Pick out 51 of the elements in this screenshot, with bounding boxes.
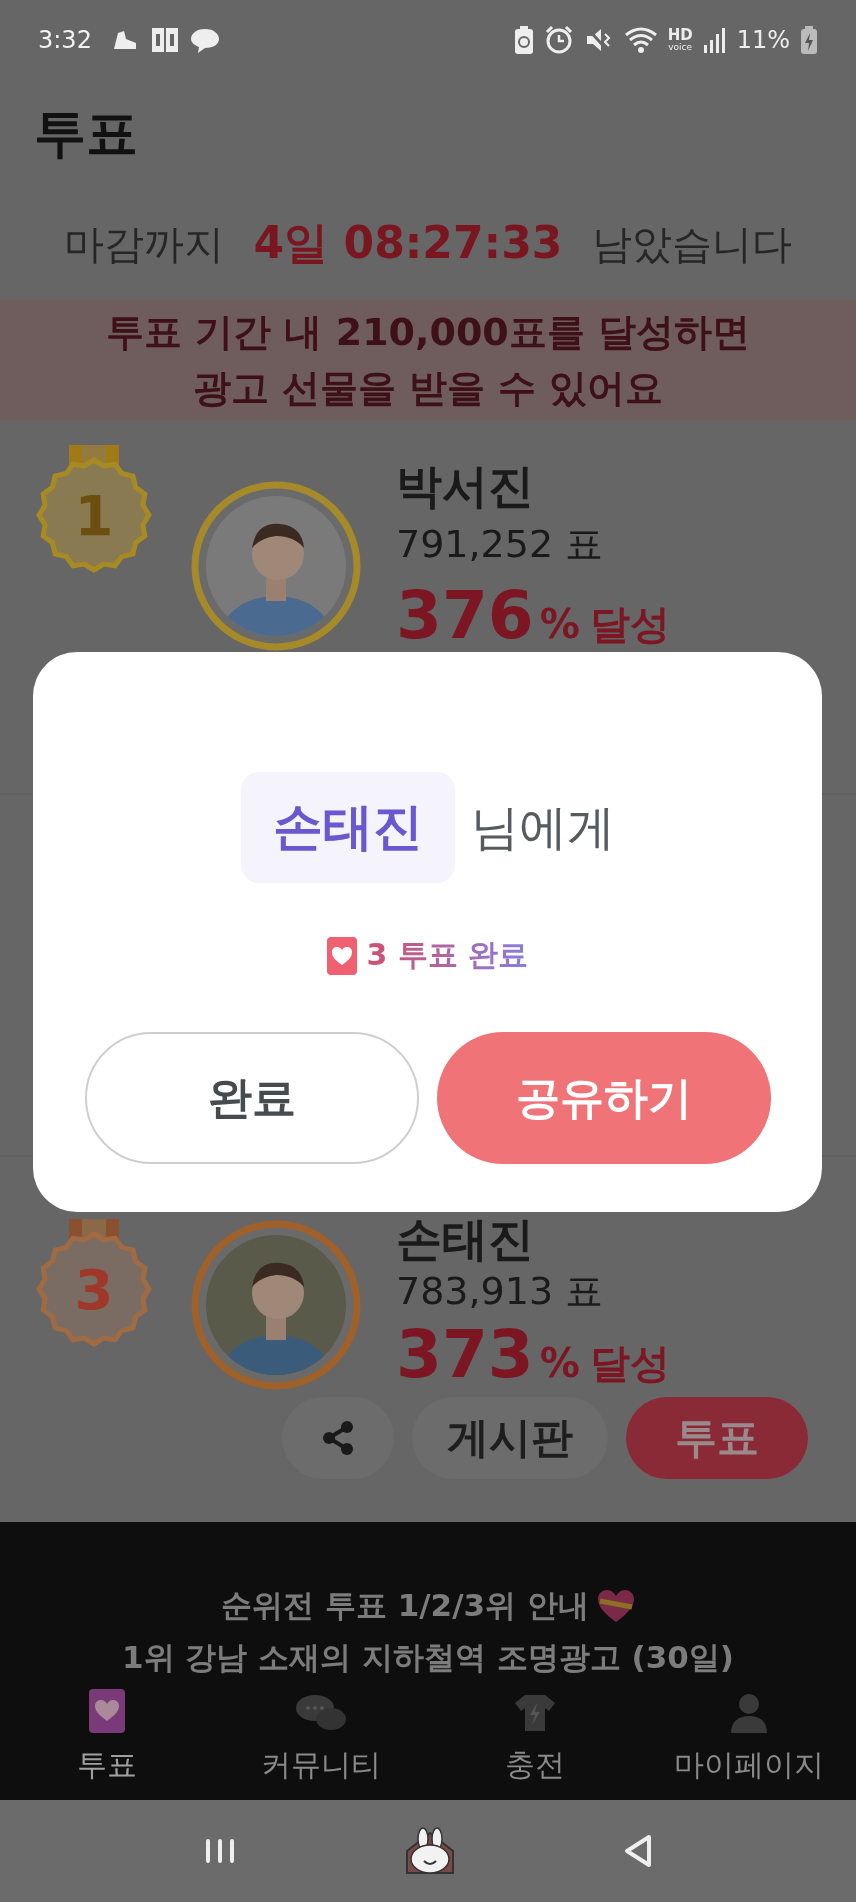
share-icon bbox=[320, 1420, 356, 1456]
nav-label: 투표 bbox=[77, 1746, 137, 1784]
candidate-name: 박서진 bbox=[396, 458, 535, 515]
board-button[interactable]: 게시판 bbox=[412, 1397, 608, 1479]
status-time: 3:32 bbox=[38, 26, 92, 54]
goal-text: 투표 기간 내 210,000표를 달성하면 bbox=[105, 309, 751, 356]
achievement-percent: 373 bbox=[396, 1315, 534, 1395]
battery-percent: 11% bbox=[736, 26, 790, 54]
recipient-suffix: 님에게 bbox=[470, 797, 615, 857]
nav-label: 마이페이지 bbox=[674, 1746, 824, 1784]
app-icon bbox=[149, 26, 180, 54]
heart-card-icon bbox=[326, 936, 357, 975]
nav-tab[interactable]: 투표 bbox=[0, 1689, 214, 1786]
recent-apps-icon[interactable] bbox=[203, 1836, 237, 1866]
share-button[interactable]: 공유하기 bbox=[436, 1032, 771, 1164]
voice-label: voice bbox=[668, 43, 693, 52]
done-button[interactable]: 완료 bbox=[84, 1032, 419, 1164]
alarm-icon bbox=[543, 25, 574, 55]
achievement-percent: 376 bbox=[396, 576, 534, 656]
person-icon bbox=[730, 1693, 768, 1733]
battery-saver-icon bbox=[513, 25, 534, 55]
candidate-name: 손태진 bbox=[396, 1211, 535, 1267]
nav-tab[interactable]: 커뮤니티 bbox=[214, 1693, 428, 1786]
notice-text: 순위전 투표 1/2/3위 안내 bbox=[221, 1586, 589, 1625]
chat-bubbles-icon bbox=[295, 1693, 347, 1733]
heart-ribbon-icon bbox=[596, 1589, 635, 1623]
bunny-home-icon[interactable] bbox=[403, 1827, 457, 1875]
countdown-prefix: 마감까지 bbox=[63, 220, 224, 270]
nav-tab[interactable]: 마이페이지 bbox=[642, 1693, 856, 1786]
vote-count: 783,913 표 bbox=[396, 1268, 605, 1315]
page-title: 투표 bbox=[34, 102, 139, 165]
achievement-label: 달성 bbox=[589, 600, 670, 649]
back-icon[interactable] bbox=[623, 1834, 653, 1868]
recipient-name: 손태진 bbox=[240, 772, 455, 883]
shirt-bolt-icon bbox=[513, 1693, 557, 1733]
achievement-label: 달성 bbox=[589, 1339, 670, 1388]
percent-sign: % bbox=[539, 1339, 580, 1388]
hd-label: HD bbox=[667, 28, 693, 43]
nav-label: 커뮤니티 bbox=[261, 1746, 381, 1784]
battery-icon bbox=[800, 25, 818, 55]
goal-text: 광고 선물을 받을 수 있어요 bbox=[191, 365, 665, 412]
chat-icon bbox=[189, 26, 220, 54]
nav-label: 충전 bbox=[505, 1746, 565, 1784]
wifi-icon bbox=[623, 26, 658, 54]
signal-icon bbox=[702, 27, 727, 53]
vote-count: 791,252 표 bbox=[396, 521, 605, 568]
notice-text: 1위 강남 소재의 지하철역 조명광고 (30일) bbox=[122, 1638, 734, 1677]
nav-tab[interactable]: 충전 bbox=[428, 1693, 642, 1786]
percent-sign: % bbox=[539, 600, 580, 649]
countdown-timer: 4일 08:27:33 bbox=[253, 216, 563, 271]
countdown-suffix: 남았습니다 bbox=[592, 220, 793, 270]
